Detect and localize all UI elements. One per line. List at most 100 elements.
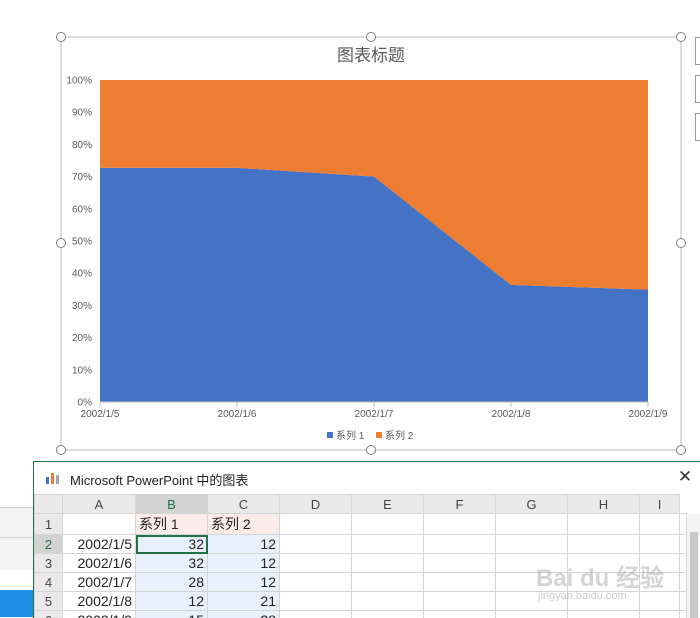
cell-empty[interactable] (496, 554, 568, 573)
cell-b1[interactable]: 系列 1 (136, 514, 208, 535)
chart-app-icon (45, 471, 61, 485)
cell-empty[interactable] (640, 592, 680, 611)
resize-handle[interactable] (367, 446, 376, 455)
column-header-b[interactable]: B (136, 495, 208, 514)
left-panel-highlight (0, 590, 34, 617)
vertical-scrollbar[interactable] (686, 514, 700, 618)
cell-b3[interactable]: 32 (136, 554, 208, 573)
cell-empty[interactable] (496, 535, 568, 554)
cell-c1[interactable]: 系列 2 (208, 514, 280, 535)
table-row: 1 系列 1系列 2 (35, 514, 687, 535)
left-panel-strip (0, 537, 34, 570)
chart-title[interactable]: 图表标题 (337, 46, 405, 65)
cell-empty[interactable] (568, 514, 640, 535)
column-header-a[interactable]: A (63, 495, 136, 514)
cell-empty[interactable] (424, 554, 496, 573)
cell-a5[interactable]: 2002/1/8 (63, 592, 136, 611)
row-header[interactable]: 1 (35, 514, 63, 535)
row-header[interactable]: 2 (35, 535, 63, 554)
cell-empty[interactable] (496, 514, 568, 535)
cell-c3[interactable]: 12 (208, 554, 280, 573)
row-header[interactable]: 4 (35, 573, 63, 592)
cell-empty[interactable] (280, 535, 352, 554)
x-tick-label: 2002/1/5 (81, 409, 120, 420)
table-row: 32002/1/63212 (35, 554, 687, 573)
legend[interactable]: 系列 1 系列 2 (327, 429, 414, 442)
legend-label-1[interactable]: 系列 1 (336, 429, 365, 442)
cell-c2[interactable]: 12 (208, 535, 280, 554)
y-tick-label: 50% (72, 237, 92, 248)
legend-label-2[interactable]: 系列 2 (385, 429, 414, 442)
spreadsheet-grid[interactable]: ABCDEFGHI1系列 1系列 222002/1/5321232002/1/6… (34, 494, 687, 618)
y-tick-label: 20% (72, 333, 92, 344)
cell-empty[interactable] (280, 554, 352, 573)
scrollbar-thumb[interactable] (690, 532, 698, 618)
column-header-c[interactable]: C (208, 495, 280, 514)
cell-a4[interactable]: 2002/1/7 (63, 573, 136, 592)
cell-empty[interactable] (496, 592, 568, 611)
x-tick-label: 2002/1/9 (629, 409, 668, 420)
chart-data-sheet-window[interactable]: Microsoft PowerPoint 中的图表 ✕ ABCDEFGHI 1 系列… (33, 461, 700, 618)
column-header-e[interactable]: E (352, 495, 424, 514)
cell-empty[interactable] (640, 573, 680, 592)
row-header[interactable]: 3 (35, 554, 63, 573)
cell-empty[interactable] (568, 573, 640, 592)
resize-handle[interactable] (57, 446, 66, 455)
resize-handle[interactable] (57, 33, 66, 42)
table-row: 52002/1/81221 (35, 592, 687, 611)
cell-empty[interactable] (352, 592, 424, 611)
cell-empty[interactable] (568, 535, 640, 554)
y-tick-label: 60% (72, 204, 92, 215)
cell-empty[interactable] (352, 514, 424, 535)
select-all-corner[interactable] (35, 495, 63, 514)
cell-empty[interactable] (352, 535, 424, 554)
column-header-g[interactable]: G (496, 495, 568, 514)
cell-a1[interactable] (63, 514, 136, 535)
column-header-f[interactable]: F (424, 495, 496, 514)
plot-area[interactable] (100, 80, 648, 402)
cell-empty[interactable] (640, 514, 680, 535)
cell-a3[interactable]: 2002/1/6 (63, 554, 136, 573)
table-row: 42002/1/72812 (35, 573, 687, 592)
chart-area[interactable]: 图表标题 0%10%20%30%40%50%60%70%80%90%100% 2… (0, 0, 700, 460)
cell-b4[interactable]: 28 (136, 573, 208, 592)
cell-empty[interactable] (568, 554, 640, 573)
cell-empty[interactable] (352, 573, 424, 592)
cell-empty[interactable] (280, 573, 352, 592)
close-icon[interactable]: ✕ (674, 466, 696, 488)
y-tick-label: 90% (72, 108, 92, 119)
cell-c5[interactable]: 21 (208, 592, 280, 611)
x-tick-label: 2002/1/8 (492, 409, 531, 420)
cell-c4[interactable]: 12 (208, 573, 280, 592)
x-tick-label: 2002/1/6 (218, 409, 257, 420)
resize-handle[interactable] (57, 239, 66, 248)
cell-empty[interactable] (424, 535, 496, 554)
resize-handle[interactable] (677, 446, 686, 455)
y-tick-label: 100% (66, 76, 92, 87)
cell-empty[interactable] (424, 573, 496, 592)
sheet-titlebar[interactable]: Microsoft PowerPoint 中的图表 ✕ (34, 462, 700, 493)
left-panel-strip (0, 507, 34, 538)
column-header-d[interactable]: D (280, 495, 352, 514)
cell-b2[interactable]: 32 (136, 535, 208, 554)
resize-handle[interactable] (367, 33, 376, 42)
y-tick-label: 40% (72, 269, 92, 280)
resize-handle[interactable] (677, 33, 686, 42)
x-tick-label: 2002/1/7 (355, 409, 394, 420)
y-axis: 0%10%20%30%40%50%60%70%80%90%100% (66, 76, 92, 409)
cell-empty[interactable] (280, 514, 352, 535)
resize-handle[interactable] (677, 239, 686, 248)
column-header-i[interactable]: I (640, 495, 680, 514)
cell-empty[interactable] (280, 592, 352, 611)
cell-empty[interactable] (352, 554, 424, 573)
cell-empty[interactable] (640, 535, 680, 554)
cell-empty[interactable] (424, 592, 496, 611)
cell-b5[interactable]: 12 (136, 592, 208, 611)
cell-empty[interactable] (568, 592, 640, 611)
cell-empty[interactable] (424, 514, 496, 535)
cell-a2[interactable]: 2002/1/5 (63, 535, 136, 554)
cell-empty[interactable] (640, 554, 680, 573)
row-header[interactable]: 5 (35, 592, 63, 611)
column-header-h[interactable]: H (568, 495, 640, 514)
cell-empty[interactable] (496, 573, 568, 592)
